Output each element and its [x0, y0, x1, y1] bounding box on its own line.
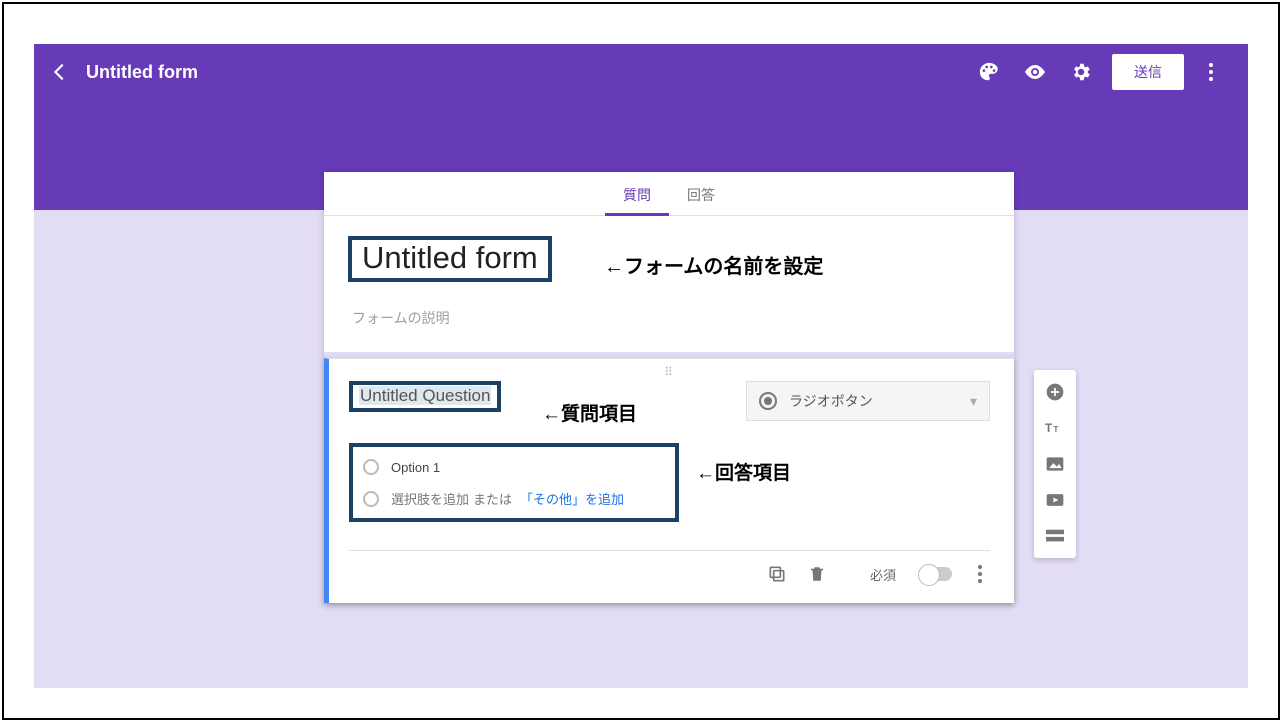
- or-text: または: [473, 489, 512, 508]
- settings-icon[interactable]: [1068, 59, 1094, 85]
- back-arrow-icon[interactable]: [48, 60, 72, 84]
- svg-text:T: T: [1045, 422, 1052, 435]
- form-title-text: Untitled form: [362, 240, 538, 275]
- add-option-button[interactable]: 選択肢を追加: [391, 489, 469, 508]
- add-question-icon[interactable]: [1034, 376, 1076, 408]
- svg-text:T: T: [1053, 424, 1058, 434]
- tab-responses[interactable]: 回答: [669, 185, 733, 215]
- add-other-button[interactable]: 「その他」を追加: [520, 489, 624, 508]
- chevron-down-icon: ▾: [970, 393, 977, 410]
- add-video-icon[interactable]: [1034, 484, 1076, 516]
- required-label: 必須: [870, 565, 896, 584]
- add-title-icon[interactable]: TT: [1034, 412, 1076, 444]
- form-editor: 質問 回答 Untitled form フォームの説明 ⠿ Untitled Q…: [324, 172, 1014, 603]
- form-description-input[interactable]: フォームの説明: [352, 308, 990, 328]
- add-section-icon[interactable]: [1034, 520, 1076, 552]
- options-area: Option 1 選択肢を追加 または 「その他」を追加: [349, 443, 679, 522]
- radio-outline-icon: [363, 459, 379, 475]
- required-toggle[interactable]: [920, 567, 952, 581]
- more-icon[interactable]: [1198, 59, 1224, 85]
- question-title-text: Untitled Question: [359, 386, 491, 405]
- annotation-form-name: ←フォームの名前を設定: [604, 250, 823, 279]
- question-title-input[interactable]: Untitled Question: [349, 381, 501, 412]
- add-option-row: 選択肢を追加 または 「その他」を追加: [363, 489, 665, 508]
- question-type-label: ラジオボタン: [789, 391, 873, 411]
- annotation-answer: ←回答項目: [696, 458, 791, 485]
- drag-handle-icon[interactable]: ⠿: [349, 365, 990, 379]
- radio-outline-icon: [363, 491, 379, 507]
- palette-icon[interactable]: [976, 59, 1002, 85]
- duplicate-icon[interactable]: [766, 563, 788, 585]
- add-image-icon[interactable]: [1034, 448, 1076, 480]
- question-more-icon[interactable]: [970, 565, 990, 583]
- send-button[interactable]: 送信: [1112, 54, 1184, 90]
- tabs: 質問 回答: [324, 172, 1014, 216]
- delete-icon[interactable]: [806, 563, 828, 585]
- question-type-select[interactable]: ラジオボタン ▾: [746, 381, 990, 421]
- option-row[interactable]: Option 1: [363, 459, 665, 475]
- form-title-input[interactable]: Untitled form: [348, 236, 552, 282]
- tab-questions[interactable]: 質問: [605, 185, 669, 215]
- app-toolbar: Untitled form 送信: [34, 44, 1248, 100]
- option-label: Option 1: [391, 460, 440, 475]
- annotation-question: ←質問項目: [542, 399, 637, 426]
- radio-icon: [759, 392, 777, 410]
- divider: [349, 550, 990, 551]
- form-header-card: Untitled form フォームの説明: [324, 216, 1014, 352]
- question-card: ⠿ Untitled Question ラジオボタン ▾ Option 1: [324, 358, 1014, 603]
- preview-icon[interactable]: [1022, 59, 1048, 85]
- side-toolbar: TT: [1034, 370, 1076, 558]
- form-title-header[interactable]: Untitled form: [86, 62, 198, 83]
